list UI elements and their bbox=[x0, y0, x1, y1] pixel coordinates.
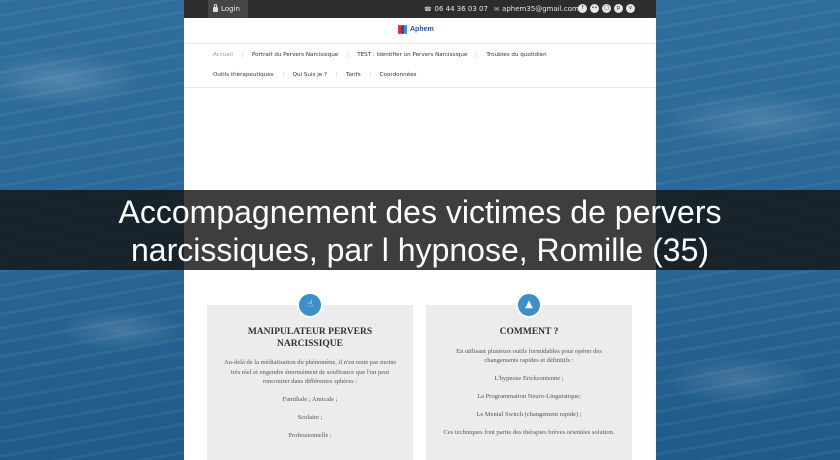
social-links: f •• □ p v bbox=[578, 4, 635, 13]
card-title: MANIPULATEUR PERVERS NARCISSIQUE bbox=[247, 327, 373, 349]
thumbs-up-icon: ☝ bbox=[297, 292, 323, 318]
nav-item-tarifs[interactable]: Tarifs bbox=[335, 72, 370, 78]
card-paragraph: Professionnelle ; bbox=[288, 432, 332, 440]
facebook-icon[interactable]: f bbox=[578, 4, 587, 13]
card-paragraph: La Programmation Neuro-Linguistique; bbox=[477, 393, 581, 401]
card-paragraph: Au-delà de la médiatisation du phénomène… bbox=[223, 359, 397, 386]
nav-item-portrait[interactable]: Portrait du Pervers Narcissique bbox=[241, 52, 347, 58]
feature-card-manipulateur: ☝ MANIPULATEUR PERVERS NARCISSIQUE Au-de… bbox=[207, 292, 413, 460]
phone-number: 06 44 36 03 07 bbox=[434, 5, 488, 13]
main-navigation: Accueil Portrait du Pervers Narcissique … bbox=[184, 43, 656, 88]
phone-contact[interactable]: ☎ 06 44 36 03 07 bbox=[424, 5, 488, 13]
top-bar: Login ☎ 06 44 36 03 07 ✉ aphem35@gmail.c… bbox=[184, 0, 656, 18]
card-paragraph: Ces techniques font partie des thérapies… bbox=[443, 429, 615, 437]
card-title: COMMENT ? bbox=[499, 327, 559, 337]
nav-row-1: Accueil Portrait du Pervers Narcissique … bbox=[204, 45, 556, 65]
card-paragraph: L'hypnose Ericksonienne ; bbox=[494, 375, 564, 383]
banner-title-line-2: narcissiques, par l hypnose, Romille (35… bbox=[130, 232, 710, 268]
flickr-icon[interactable]: •• bbox=[590, 4, 599, 13]
card-paragraph: En utilisant plusieurs outils formidable… bbox=[456, 347, 602, 365]
card-paragraph: Le Mental Switch (changement rapide) ; bbox=[476, 411, 582, 419]
logo-mark-icon bbox=[398, 24, 408, 34]
nav-item-test[interactable]: TEST : Identifier un Pervers Narcissique bbox=[347, 52, 476, 58]
card-paragraph: Familiale ; Amicale ; bbox=[282, 396, 338, 404]
lock-icon bbox=[213, 3, 218, 12]
nav-item-coordonnees[interactable]: Coordonnées bbox=[369, 72, 426, 78]
logo-text: Aphem bbox=[410, 25, 434, 33]
pinterest-icon[interactable]: p bbox=[614, 4, 623, 13]
banner-title-line-1: Accompagnement des victimes de pervers bbox=[118, 194, 722, 230]
envelope-icon: ✉ bbox=[494, 5, 500, 13]
site-logo[interactable]: Aphem bbox=[398, 24, 434, 34]
login-button[interactable]: Login bbox=[208, 0, 248, 18]
nav-item-qui-suis-je[interactable]: Qui Suis je ? bbox=[282, 72, 336, 78]
hero-banner: Accompagnement des victimes de pervers n… bbox=[0, 190, 840, 270]
card-body: En utilisant plusieurs outils formidable… bbox=[426, 347, 632, 439]
instagram-icon[interactable]: □ bbox=[602, 4, 611, 13]
nav-row-2: Outils thérapeutiques Qui Suis je ? Tari… bbox=[204, 65, 425, 85]
login-label: Login bbox=[221, 5, 240, 13]
nav-item-troubles[interactable]: Troubles du quotidien bbox=[476, 52, 555, 58]
phone-icon: ☎ bbox=[424, 5, 432, 13]
card-paragraph: Scolaire ; bbox=[297, 414, 323, 422]
email-address: aphem35@gmail.com bbox=[502, 5, 579, 13]
feature-card-comment: ▲ COMMENT ? En utilisant plusieurs outil… bbox=[426, 292, 632, 460]
flask-icon: ▲ bbox=[516, 292, 542, 318]
vimeo-icon[interactable]: v bbox=[626, 4, 635, 13]
nav-item-outils[interactable]: Outils thérapeutiques bbox=[204, 72, 283, 78]
card-body: Au-delà de la médiatisation du phénomène… bbox=[207, 358, 413, 441]
nav-item-accueil[interactable]: Accueil bbox=[204, 52, 242, 58]
email-contact[interactable]: ✉ aphem35@gmail.com bbox=[494, 5, 579, 13]
